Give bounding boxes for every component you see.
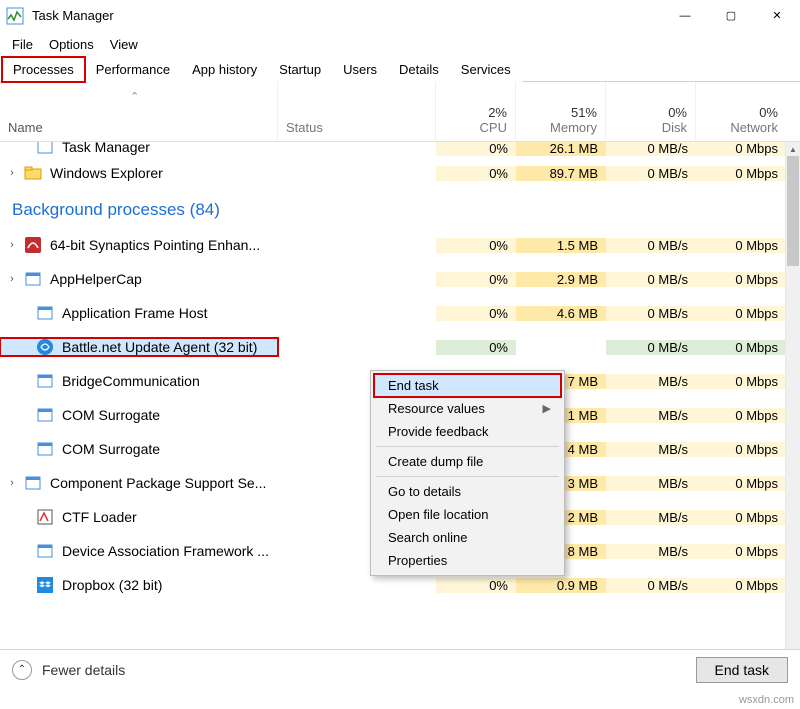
column-headers: ⌃ Name Status 2%CPU 51%Memory 0%Disk 0%N…	[0, 82, 800, 142]
process-name: AppHelperCap	[50, 271, 142, 287]
menu-separator	[376, 476, 559, 477]
menu-search-online[interactable]: Search online	[374, 526, 561, 549]
generic-app-icon	[36, 406, 54, 424]
table-row[interactable]: ›Windows Explorer 0% 89.7 MB 0 MB/s 0 Mb…	[0, 156, 785, 190]
expand-icon[interactable]: ›	[4, 477, 20, 489]
end-task-button[interactable]: End task	[696, 657, 788, 683]
scrollbar-thumb[interactable]	[787, 156, 799, 266]
generic-app-icon	[24, 270, 42, 288]
tab-startup[interactable]: Startup	[268, 57, 332, 82]
column-status[interactable]: Status	[278, 82, 436, 141]
title-bar: Task Manager — ▢ ✕	[0, 0, 800, 32]
process-name: Component Package Support Se...	[50, 475, 266, 491]
process-name: Dropbox (32 bit)	[62, 577, 162, 593]
menu-end-task[interactable]: End task	[374, 374, 561, 397]
tab-bar: Processes Performance App history Startu…	[0, 56, 800, 82]
menu-separator	[376, 446, 559, 447]
generic-app-icon	[36, 440, 54, 458]
menu-go-to-details[interactable]: Go to details	[374, 480, 561, 503]
window-title: Task Manager	[32, 8, 662, 23]
submenu-arrow-icon: ▶	[543, 402, 551, 415]
process-name: Battle.net Update Agent (32 bit)	[62, 339, 257, 355]
menu-file[interactable]: File	[4, 34, 41, 55]
expand-icon[interactable]: ›	[4, 239, 20, 251]
process-name: COM Surrogate	[62, 407, 160, 423]
table-row[interactable]: Task Manager 0% 26.1 MB 0 MB/s 0 Mbps	[0, 142, 785, 156]
process-name: COM Surrogate	[62, 441, 160, 457]
table-row-selected[interactable]: Battle.net Update Agent (32 bit) 0% 0 MB…	[0, 330, 785, 364]
fewer-details-label: Fewer details	[42, 662, 125, 678]
battlenet-icon	[36, 338, 54, 356]
tab-processes[interactable]: Processes	[2, 57, 85, 82]
process-name: 64-bit Synaptics Pointing Enhan...	[50, 237, 260, 253]
process-name: Windows Explorer	[50, 165, 163, 181]
process-name: BridgeCommunication	[62, 373, 200, 389]
maximize-button[interactable]: ▢	[708, 0, 754, 31]
process-name: Application Frame Host	[62, 305, 208, 321]
process-name: Device Association Framework ...	[62, 543, 269, 559]
generic-app-icon	[36, 372, 54, 390]
watermark: wsxdn.com	[739, 694, 794, 706]
column-memory[interactable]: 51%Memory	[516, 82, 606, 141]
ctf-loader-icon	[36, 508, 54, 526]
window-controls: — ▢ ✕	[662, 0, 800, 31]
process-name: CTF Loader	[62, 509, 137, 525]
fewer-details-toggle[interactable]: ⌃ Fewer details	[12, 660, 125, 680]
menu-resource-values[interactable]: Resource values▶	[374, 397, 561, 420]
menu-properties[interactable]: Properties	[374, 549, 561, 572]
column-network[interactable]: 0%Network	[696, 82, 786, 141]
context-menu: End task Resource values▶ Provide feedba…	[370, 370, 565, 576]
menu-bar: File Options View	[0, 32, 800, 56]
generic-app-icon	[36, 542, 54, 560]
tab-details[interactable]: Details	[388, 57, 450, 82]
tab-performance[interactable]: Performance	[85, 57, 181, 82]
synaptics-icon	[24, 236, 42, 254]
sort-caret-up-icon: ⌃	[130, 90, 139, 103]
table-row[interactable]: ›AppHelperCap 0% 2.9 MB 0 MB/s 0 Mbps	[0, 262, 785, 296]
scroll-up-icon[interactable]: ▲	[786, 142, 800, 156]
task-manager-icon	[6, 7, 24, 25]
generic-app-icon	[24, 474, 42, 492]
menu-view[interactable]: View	[102, 34, 146, 55]
table-row[interactable]: Application Frame Host 0% 4.6 MB 0 MB/s …	[0, 296, 785, 330]
expand-icon[interactable]: ›	[4, 167, 20, 179]
menu-open-file-location[interactable]: Open file location	[374, 503, 561, 526]
expand-icon[interactable]: ›	[4, 273, 20, 285]
process-name: Task Manager	[62, 142, 150, 155]
menu-options[interactable]: Options	[41, 34, 102, 55]
dropbox-icon	[36, 576, 54, 594]
vertical-scrollbar[interactable]: ▲ ▼	[785, 142, 800, 670]
tab-app-history[interactable]: App history	[181, 57, 268, 82]
generic-app-icon	[36, 304, 54, 322]
minimize-button[interactable]: —	[662, 0, 708, 31]
selected-process-cell: Battle.net Update Agent (32 bit)	[0, 338, 278, 356]
table-row[interactable]: ›64-bit Synaptics Pointing Enhan... 0% 1…	[0, 228, 785, 262]
column-cpu[interactable]: 2%CPU	[436, 82, 516, 141]
column-disk[interactable]: 0%Disk	[606, 82, 696, 141]
footer: ⌃ Fewer details End task	[0, 649, 800, 689]
tab-users[interactable]: Users	[332, 57, 388, 82]
folder-icon	[24, 164, 42, 182]
section-background-processes: Background processes (84)	[0, 190, 785, 228]
tab-services[interactable]: Services	[450, 57, 522, 82]
menu-create-dump-file[interactable]: Create dump file	[374, 450, 561, 473]
chevron-up-circle-icon: ⌃	[12, 660, 32, 680]
menu-provide-feedback[interactable]: Provide feedback	[374, 420, 561, 443]
close-button[interactable]: ✕	[754, 0, 800, 31]
